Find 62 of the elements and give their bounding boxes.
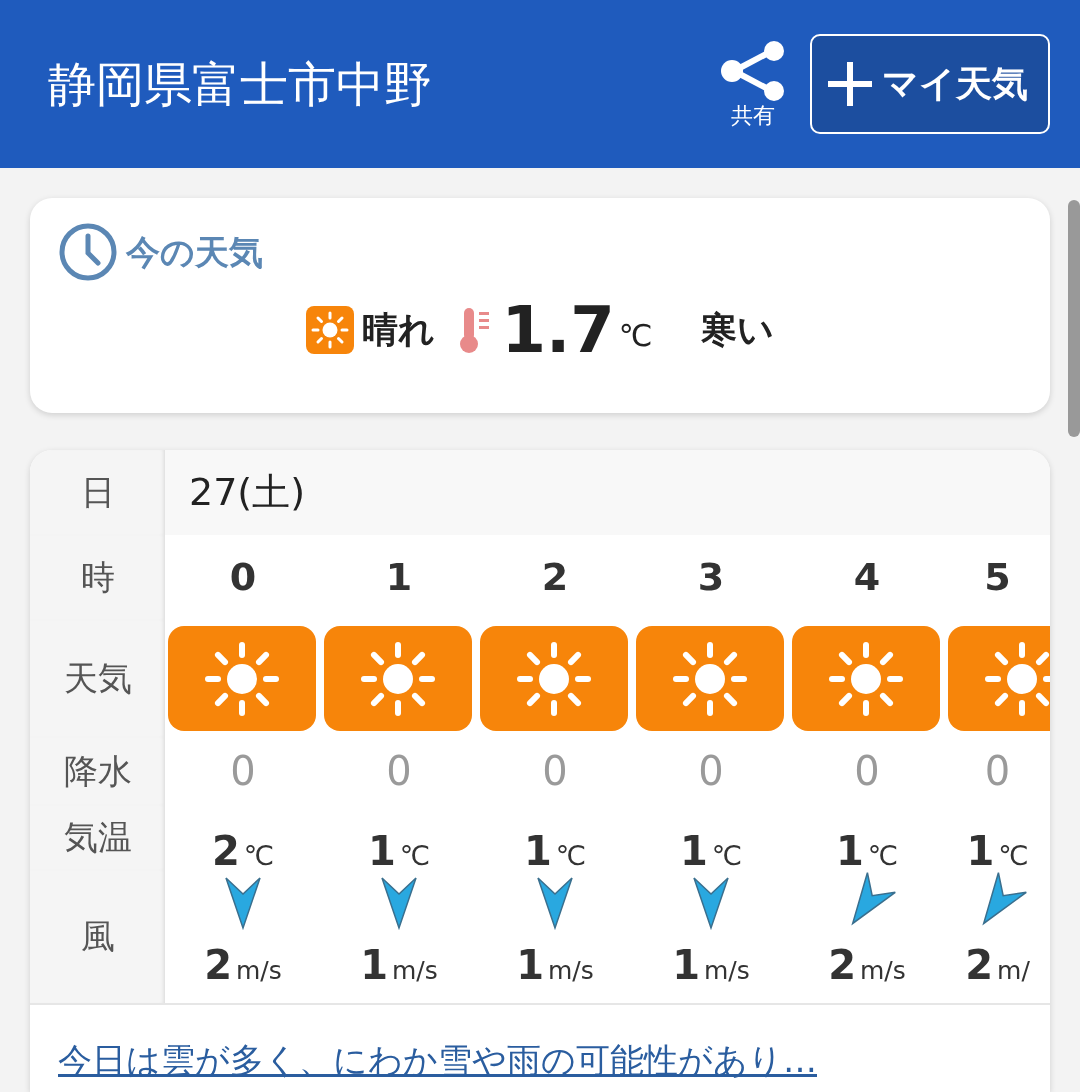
feeling-label: 寒い [700,308,774,352]
hour-label: 3 [697,554,725,601]
wind-speed-value: 2 [828,941,856,990]
sun-icon [792,626,940,731]
precipitation-value: 0 [854,747,880,796]
temperature-unit: ℃ [618,317,653,355]
temperature-value: 1 [679,827,708,870]
wind-speed-unit: m/s [704,955,750,987]
sun-icon [324,626,472,731]
wind-speed-value: 1 [672,941,700,990]
temperature-unit: ℃ [399,839,431,870]
weather-condition: 晴れ [362,308,436,352]
plus-icon [826,60,874,108]
wind-speed-value: 2 [965,941,994,990]
temperature-unit: ℃ [555,839,587,870]
scrollbar[interactable] [1068,200,1080,437]
wind-speed-unit: m/s [860,955,906,987]
date-label: 27(土) [189,469,305,516]
temperature-value: 1 [367,827,396,870]
page-title: 静岡県富士市中野 [48,55,432,114]
temperature-value: 2 [211,827,240,870]
precipitation-value: 0 [230,747,256,796]
hour-label: 2 [541,554,569,601]
share-icon [720,41,786,101]
sun-icon [636,626,784,731]
wind-speed-value: 1 [360,941,388,990]
row-label: 気温 [63,816,132,859]
forecast-summary-link[interactable]: 今日は雲が多く、にわか雪や雨の可能性があり… [58,1040,817,1080]
temperature-value: 1.7 [501,298,615,362]
row-label: 日 [80,471,115,514]
temperature-value: 1 [523,827,552,870]
temperature-value: 1 [835,827,864,870]
wind-speed-unit: m/s [236,955,282,987]
section-heading: 今の天気 [126,230,263,274]
precipitation-value: 0 [984,747,1011,796]
hour-label: 5 [984,554,1011,601]
hour-label: 1 [385,554,413,601]
wind-speed-value: 2 [204,941,232,990]
precipitation-value: 0 [698,747,724,796]
row-label: 風 [80,915,115,958]
temperature-unit: ℃ [867,839,899,870]
row-label: 天気 [63,657,132,700]
wind-speed-unit: m/s [548,955,594,987]
precipitation-value: 0 [386,747,412,796]
temperature-unit: ℃ [998,839,1029,870]
wind-speed-value: 1 [516,941,544,990]
clock-icon [58,222,118,282]
wind-speed-unit: m/s [392,955,438,987]
temperature-value: 1 [966,827,995,870]
precipitation-value: 0 [542,747,568,796]
sun-icon [168,626,316,731]
sun-icon [306,306,355,354]
my-weather-button[interactable]: マイ天気 [810,34,1050,134]
hour-label: 0 [229,554,257,601]
hour-label: 4 [853,554,881,601]
wind-speed-unit: m/ [997,955,1030,987]
sun-icon [480,626,628,731]
row-label: 時 [80,556,115,599]
temperature-unit: ℃ [243,839,275,870]
share-button[interactable]: 共有 [720,41,786,127]
row-label: 降水 [63,749,132,793]
temperature-unit: ℃ [711,839,743,870]
